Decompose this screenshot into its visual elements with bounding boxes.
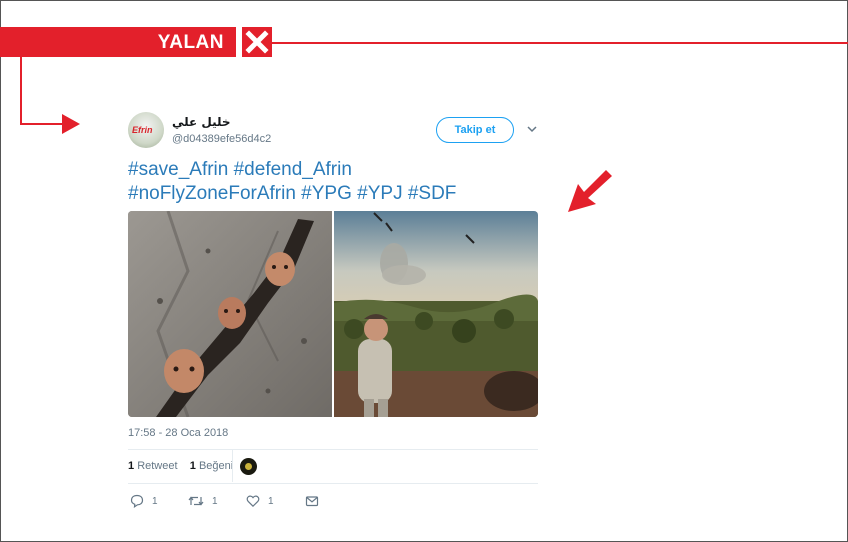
arrow-right-icon: [62, 114, 80, 134]
user-handle[interactable]: @d04389efe56d4c2: [172, 133, 271, 145]
retweet-action-count: 1: [212, 495, 218, 507]
media-image-right[interactable]: [334, 211, 538, 417]
stats-separator: [232, 450, 233, 482]
retweet-button[interactable]: 1: [188, 492, 218, 510]
banner-rule: [272, 42, 848, 44]
reply-count: 1: [152, 495, 158, 507]
false-mark: [242, 27, 272, 57]
user-name[interactable]: خليل علي: [172, 115, 231, 129]
avatar-logo-text: Efrin: [132, 125, 153, 135]
retweet-icon: [188, 496, 204, 506]
heart-icon: [246, 495, 260, 508]
tweet-text: #save_Afrin #defend_Afrin #noFlyZoneForA…: [128, 158, 548, 206]
retweet-stat-label[interactable]: Retweet: [137, 460, 177, 472]
tweet-stats: 1 Retweet 1 Beğeni: [128, 460, 233, 472]
retweet-count: 1: [128, 460, 135, 472]
hashtags-line[interactable]: #noFlyZoneForAfrin #YPG #YPJ #SDF: [128, 182, 548, 206]
verdict-banner: YALAN: [0, 27, 236, 57]
media-image-left[interactable]: [128, 211, 332, 417]
like-action-count: 1: [268, 495, 274, 507]
hashtags-line[interactable]: #save_Afrin #defend_Afrin: [128, 158, 548, 182]
avatar[interactable]: Efrin: [128, 112, 164, 148]
divider: [128, 483, 538, 484]
arrow-pointer-icon: [568, 170, 612, 212]
verdict-label: YALAN: [157, 32, 224, 53]
direct-message-button[interactable]: [305, 492, 319, 510]
divider: [128, 449, 538, 450]
chevron-down-icon[interactable]: [526, 123, 538, 135]
close-icon: [245, 30, 269, 54]
reply-icon: [130, 494, 144, 508]
like-stat-label[interactable]: Beğeni: [199, 460, 233, 472]
callout-line: [20, 57, 22, 125]
reply-button[interactable]: 1: [130, 492, 158, 510]
like-count: 1: [189, 460, 196, 472]
battlefield-photo: [334, 211, 538, 417]
liker-avatar[interactable]: [240, 458, 257, 475]
callout-line: [20, 123, 66, 125]
concrete-wall-photo: [128, 211, 332, 417]
tweet-timestamp[interactable]: 17:58 - 28 Oca 2018: [128, 427, 228, 439]
like-button[interactable]: 1: [246, 492, 274, 510]
follow-button[interactable]: Takip et: [436, 117, 514, 143]
message-icon: [305, 496, 319, 507]
tweet-media[interactable]: [128, 211, 538, 417]
